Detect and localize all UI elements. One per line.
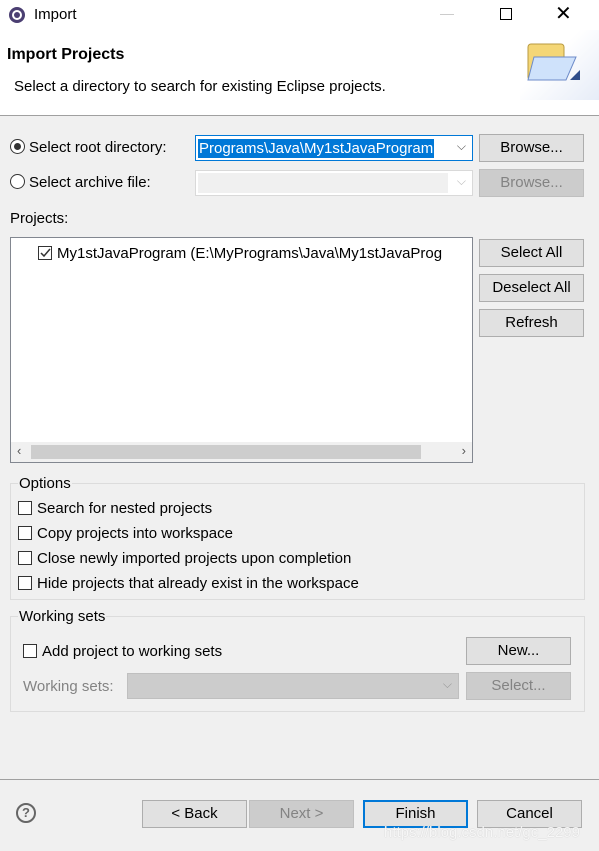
next-button: Next >	[249, 800, 354, 828]
browse-archive-button: Browse...	[479, 169, 584, 197]
checkbox-icon[interactable]	[18, 526, 32, 540]
archive-file-combo[interactable]: ⌵	[195, 170, 473, 196]
archive-file-label: Select archive file:	[29, 174, 151, 191]
back-button[interactable]: < Back	[142, 800, 247, 828]
scroll-left-icon[interactable]: ‹	[17, 443, 21, 458]
close-button[interactable]: ✕	[555, 2, 572, 26]
watermark: https://blog.csdn.net/gc_2299	[384, 824, 580, 841]
eclipse-icon	[9, 7, 25, 23]
option-label: Close newly imported projects upon compl…	[37, 550, 352, 567]
horizontal-scrollbar[interactable]: ‹ ›	[11, 442, 472, 462]
checkbox-icon[interactable]	[23, 644, 37, 658]
add-to-working-sets-label: Add project to working sets	[42, 643, 223, 660]
project-label: My1stJavaProgram (E:\MyPrograms\Java\My1…	[57, 245, 443, 262]
checkbox-icon[interactable]	[18, 501, 32, 515]
page-title: Import Projects	[7, 46, 125, 63]
working-sets-title: Working sets	[18, 608, 107, 625]
radio-selected-icon	[10, 139, 25, 154]
option-label: Hide projects that already exist in the …	[37, 575, 359, 592]
folder-icon	[527, 43, 580, 81]
options-title: Options	[18, 475, 72, 492]
option-hide[interactable]: Hide projects that already exist in the …	[18, 575, 359, 592]
radio-unselected-icon	[10, 174, 25, 189]
title-bar: Import ✕	[0, 0, 599, 30]
projects-list[interactable]: My1stJavaProgram (E:\MyPrograms\Java\My1…	[10, 237, 473, 463]
archive-file-value	[198, 173, 448, 193]
root-directory-combo[interactable]: Programs\Java\My1stJavaProgram ⌵	[195, 135, 473, 161]
archive-file-radio[interactable]: Select archive file:	[10, 174, 151, 191]
new-working-set-button[interactable]: New...	[466, 637, 571, 665]
footer-divider	[0, 779, 599, 780]
checkbox-checked-icon[interactable]	[38, 246, 52, 260]
deselect-all-button[interactable]: Deselect All	[479, 274, 584, 302]
scrollbar-thumb[interactable]	[31, 445, 421, 459]
root-directory-value[interactable]: Programs\Java\My1stJavaProgram	[198, 139, 435, 158]
option-label: Copy projects into workspace	[37, 525, 233, 542]
working-sets-label: Working sets:	[23, 678, 114, 695]
list-item[interactable]: My1stJavaProgram (E:\MyPrograms\Java\My1…	[38, 245, 470, 262]
chevron-down-icon: ⌵	[456, 174, 466, 188]
browse-root-button[interactable]: Browse...	[479, 134, 584, 162]
projects-label: Projects:	[10, 210, 69, 227]
scroll-right-icon[interactable]: ›	[462, 443, 466, 458]
chevron-down-icon[interactable]: ⌵	[457, 139, 466, 154]
option-copy[interactable]: Copy projects into workspace	[18, 525, 233, 542]
maximize-button[interactable]	[500, 8, 512, 20]
root-directory-label: Select root directory:	[29, 139, 167, 156]
page-description: Select a directory to search for existin…	[14, 78, 386, 95]
checkbox-icon[interactable]	[18, 576, 32, 590]
chevron-down-icon: ⌵	[442, 677, 452, 691]
add-to-working-sets[interactable]: Add project to working sets	[23, 643, 222, 660]
wizard-header: Import Projects Select a directory to se…	[0, 30, 599, 116]
window-title: Import	[34, 6, 77, 23]
option-close[interactable]: Close newly imported projects upon compl…	[18, 550, 351, 567]
root-directory-radio[interactable]: Select root directory:	[10, 139, 167, 156]
refresh-button[interactable]: Refresh	[479, 309, 584, 337]
working-sets-combo: ⌵	[127, 673, 459, 699]
help-icon[interactable]: ?	[16, 803, 36, 823]
select-all-button[interactable]: Select All	[479, 239, 584, 267]
option-label: Search for nested projects	[37, 500, 213, 517]
checkbox-icon[interactable]	[18, 551, 32, 565]
option-nested[interactable]: Search for nested projects	[18, 500, 212, 517]
select-working-sets-button: Select...	[466, 672, 571, 700]
minimize-button[interactable]	[440, 14, 454, 15]
